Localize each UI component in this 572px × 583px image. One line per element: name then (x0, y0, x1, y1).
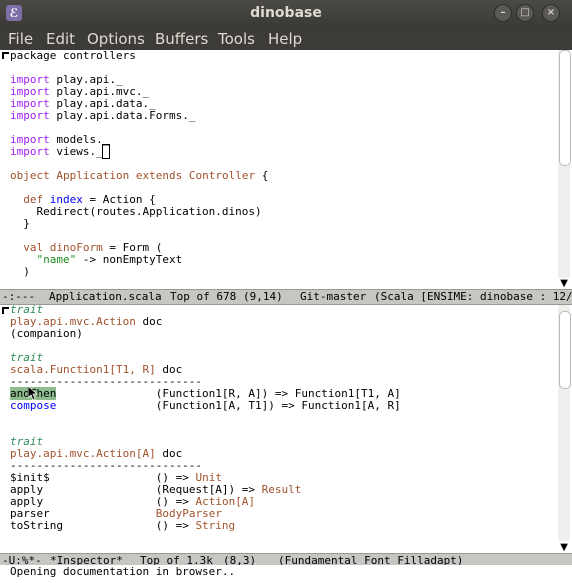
bottom_buffer-line[interactable] (10, 424, 401, 436)
text-cursor (101, 144, 111, 159)
menu-help[interactable]: Help (268, 30, 302, 48)
top-modeline-vc[interactable]: Git-master (300, 290, 366, 304)
bottom_buffer-token: String (195, 519, 236, 532)
top_buffer-token: import (10, 145, 50, 158)
top-modeline-status: -:--- (2, 290, 36, 303)
menu-bar: File Edit Options Buffers Tools Help (0, 28, 572, 50)
top_buffer-token: Controller (188, 169, 256, 182)
top_buffer-token (182, 169, 189, 182)
inspector-scrollbar[interactable] (558, 305, 571, 541)
bottom_buffer-token: (Function1[A, T1]) => Function1[A, R] (56, 399, 401, 412)
fringe-top-indicator (2, 52, 9, 59)
echo-area: Opening documentation in browser.. (0, 565, 572, 583)
top-modeline-modes[interactable]: (Scala [ENSIME: dinobase : 12/0] (374, 290, 572, 304)
mouse-pointer-icon (28, 386, 38, 400)
top_buffer-token: -> nonEmptyText (76, 253, 183, 266)
top-modeline-linecol: (9,14) (243, 290, 283, 303)
bottom_buffer-line[interactable]: toString () => String (10, 520, 401, 532)
top-modeline-position: Top of 678 (170, 290, 237, 303)
top_buffer-line[interactable]: "name" -> nonEmptyText (10, 254, 268, 266)
fringe-bottom-indicator (2, 307, 9, 314)
bottom_buffer-token: doc (135, 315, 163, 328)
menu-tools[interactable]: Tools (218, 30, 255, 48)
top_buffer-line[interactable]: import views._ (10, 144, 268, 159)
top_buffer-token: Redirect(routes.Application.dinos) (10, 205, 262, 218)
title-bar[interactable]: – □ × ℰ dinobase (0, 0, 572, 28)
top-mode-line[interactable]: -:--- Application.scala Top of 678 (9,14… (0, 289, 572, 305)
top_buffer-token: } (10, 217, 30, 230)
menu-buffers[interactable]: Buffers (155, 30, 208, 48)
top_buffer-token: Application (56, 169, 130, 182)
top_buffer-token (129, 169, 136, 182)
top_buffer-token: extends (135, 169, 183, 182)
menu-edit[interactable]: Edit (46, 30, 75, 48)
top_buffer-line[interactable]: import play.api.data.Forms._ (10, 110, 268, 122)
top_buffer-token: "name" (36, 253, 77, 266)
top_buffer-token: ) (10, 265, 30, 278)
bottom_buffer-line[interactable]: compose (Function1[A, T1]) => Function1[… (10, 400, 401, 412)
top-scrollbar[interactable] (558, 50, 571, 278)
scroll-down-arrow-icon[interactable]: ▼ (560, 278, 568, 289)
top_buffer-token: { (255, 169, 269, 182)
top_buffer-line[interactable]: Redirect(routes.Application.dinos) (10, 206, 268, 218)
bottom_buffer-token: () => (62, 519, 196, 532)
bottom_buffer-line[interactable] (10, 340, 401, 352)
top_buffer-line[interactable]: ) (10, 266, 268, 278)
inspector-scroll-down-arrow-icon[interactable]: ▼ (560, 542, 568, 553)
top_buffer-line[interactable]: object Application extends Controller { (10, 170, 268, 182)
inspector-buffer-text[interactable]: trait play.api.mvc.Action doc (companion) t… (10, 304, 401, 532)
bottom_buffer-token: (companion) (10, 327, 83, 340)
bottom_buffer-line[interactable] (10, 412, 401, 424)
emacs-window: – □ × ℰ dinobase File Edit Options Buffe… (0, 0, 572, 583)
top_buffer-token: package controllers (10, 49, 136, 62)
top_buffer-token: views._ (49, 145, 103, 158)
top-editor-pane[interactable]: package controllers import play.api._ impo… (0, 50, 572, 289)
bottom_buffer-token: compose (10, 399, 57, 412)
top_buffer-line[interactable]: } (10, 218, 268, 230)
bottom_buffer-line[interactable]: (companion) (10, 328, 401, 340)
top-modeline-buffer[interactable]: Application.scala (49, 290, 162, 304)
bottom_buffer-token: Result (261, 483, 302, 496)
menu-file[interactable]: File (8, 30, 33, 48)
top_buffer-token: import (10, 109, 50, 122)
top_buffer-line[interactable]: package controllers (10, 50, 268, 62)
inspector-scrollbar-thumb[interactable] (559, 311, 571, 389)
top-scrollbar-thumb[interactable] (559, 50, 571, 166)
bottom_buffer-token: toString (10, 519, 63, 532)
window-title: dinobase (250, 5, 322, 21)
inspector-pane[interactable]: trait play.api.mvc.Action doc (companion) t… (0, 304, 572, 553)
top-buffer-text[interactable]: package controllers import play.api._ impo… (10, 50, 268, 278)
top_buffer-token: object (10, 169, 50, 182)
menu-options[interactable]: Options (87, 30, 145, 48)
top_buffer-token: play.api.data.Forms._ (49, 109, 196, 122)
